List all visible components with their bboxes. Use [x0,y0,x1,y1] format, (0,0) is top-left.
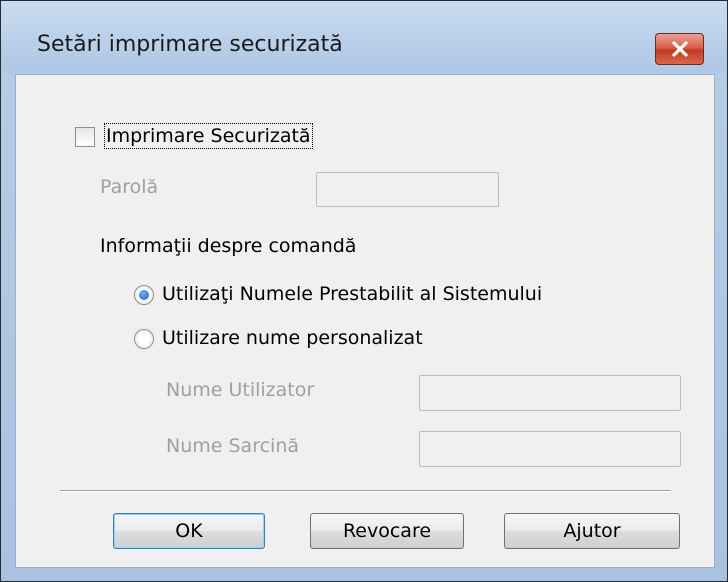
job-name-field[interactable] [419,431,681,467]
secure-print-checkbox[interactable] [75,127,95,147]
job-info-heading: Informaţii despre comandă [100,235,357,257]
radio-custom-name-label[interactable]: Utilizare nume personalizat [162,327,423,349]
user-name-field[interactable] [419,375,681,411]
user-name-label: Nume Utilizator [166,379,315,401]
dialog-title: Setări imprimare securizată [37,32,343,57]
job-name-label: Nume Sarcină [166,435,299,457]
radio-default-system-name[interactable] [134,285,154,305]
password-label: Parolă [100,176,159,198]
radio-default-system-name-label[interactable]: Utilizaţi Numele Prestabilit al Sistemul… [162,283,542,305]
ok-button[interactable]: OK [113,513,265,549]
cancel-button[interactable]: Revocare [310,513,464,549]
separator [60,490,671,492]
secure-print-label[interactable]: Imprimare Securizată [104,123,313,149]
close-x-icon [671,41,688,57]
dialog-content: Imprimare Securizată Parolă Informaţii d… [15,74,715,568]
help-button[interactable]: Ajutor [504,513,680,549]
password-field[interactable] [316,172,499,207]
radio-custom-name[interactable] [134,329,154,349]
dialog-window: Setări imprimare securizată Imprimare Se… [0,0,728,582]
close-button[interactable] [655,33,704,65]
title-bar[interactable]: Setări imprimare securizată [1,1,727,73]
